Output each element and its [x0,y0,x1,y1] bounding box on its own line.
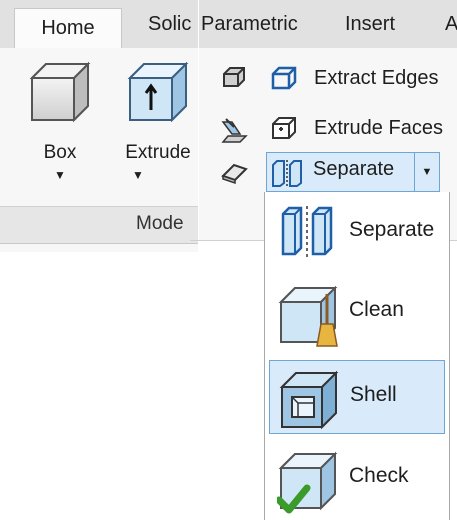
eraser-icon[interactable] [220,160,250,186]
tab-home[interactable]: Home [14,8,122,48]
modeling-panel-title[interactable]: Mode [0,206,198,244]
extract-edges-label: Extract Edges [314,67,439,89]
separate-icon [272,160,302,187]
menu-item-check-label: Check [349,464,409,487]
box-button[interactable]: Box ▼ [20,60,100,182]
menu-item-shell[interactable]: Shell [269,360,445,434]
tab-parametric[interactable]: Parametric [201,0,298,48]
menu-item-clean[interactable]: Clean [269,276,445,350]
tab-insert[interactable]: Insert [345,0,395,48]
separate-dropdown-arrow[interactable]: ▼ [414,153,439,191]
shell-icon [279,370,339,430]
extrude-button[interactable]: Extrude ▼ [118,60,198,182]
separate-label: Separate [313,158,395,180]
tab-overflow[interactable]: A [445,0,457,48]
left-tab-bar: Home Solic [0,0,198,48]
menu-item-shell-label: Shell [350,383,397,406]
box-dropdown-caret[interactable]: ▼ [20,168,100,182]
check-icon [277,451,338,514]
tab-solid[interactable]: Solic [148,0,191,48]
extrude-icon [127,61,189,123]
extrude-dropdown-caret[interactable]: ▼ [118,168,198,182]
extrude-faces-icon [272,117,296,139]
separate-icon [281,206,333,258]
box-icon [29,61,91,123]
interfere-icon[interactable] [220,116,250,144]
extrude-label: Extrude [125,142,191,163]
imprint-icon[interactable] [220,64,248,90]
clean-icon [278,285,338,347]
menu-item-separate-label: Separate [349,218,435,241]
modeling-panel-title-text: Mode [136,213,184,234]
box-label: Box [43,142,77,163]
separate-split-button[interactable]: Separate ▼ [266,152,440,192]
right-tab-bar: Parametric Insert A [199,0,457,48]
extrude-faces-label: Extrude Faces [314,117,443,139]
extract-edges-icon [271,66,297,90]
menu-item-separate[interactable]: Separate [269,196,445,270]
menu-item-check[interactable]: Check [269,442,445,516]
menu-item-clean-label: Clean [349,298,404,321]
separate-dropdown-menu: Separate Clean Shell Check [264,192,450,520]
